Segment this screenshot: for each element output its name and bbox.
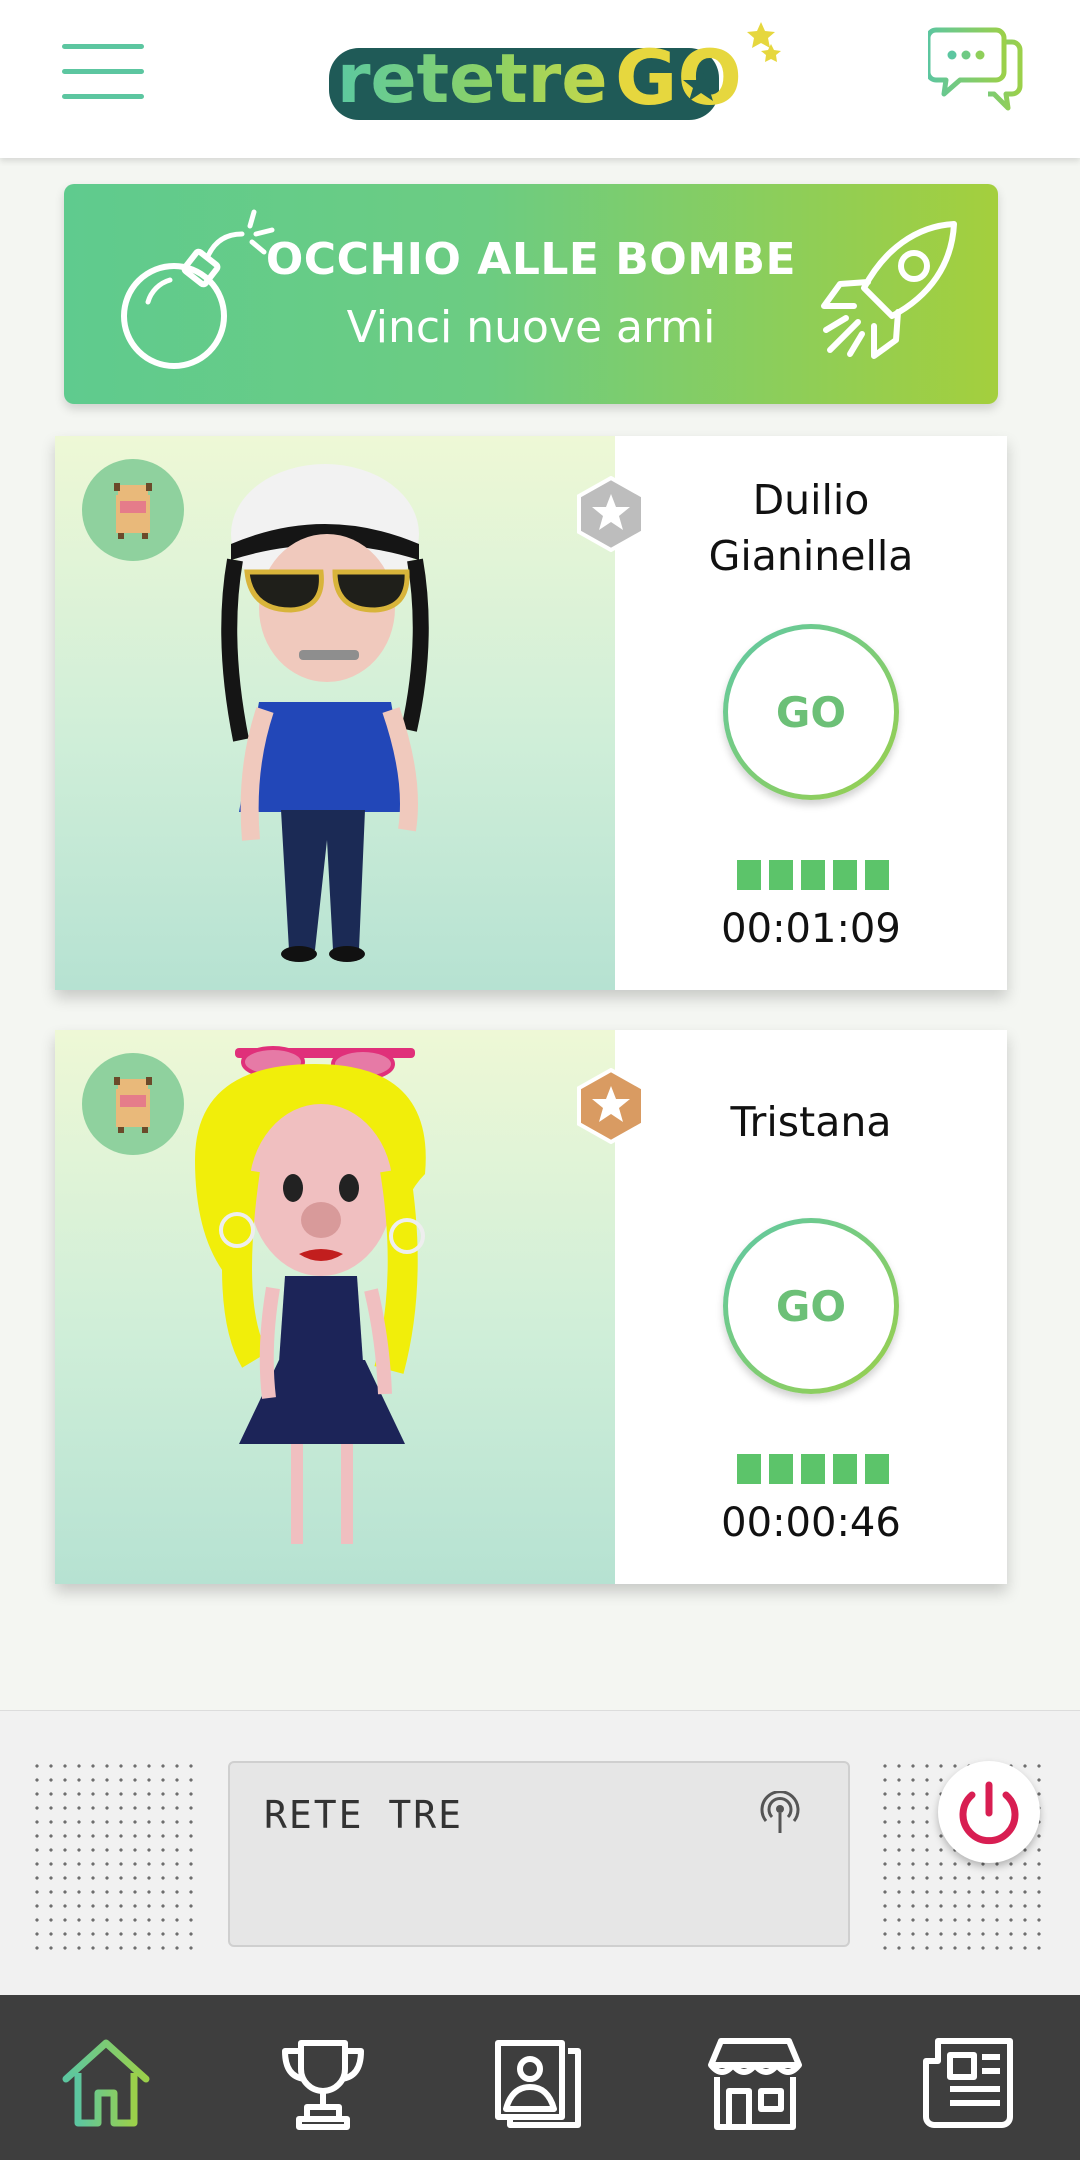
retetrego-logo: retetre GO (329, 22, 781, 122)
go-button[interactable]: GO (723, 624, 899, 800)
go-label: GO (728, 629, 894, 795)
home-icon[interactable] (56, 2033, 156, 2133)
pixel-pet-icon (114, 1077, 152, 1133)
station-name: RETE TRE (264, 1793, 464, 1837)
radio-player: RETE TRE (0, 1710, 1080, 1996)
rank-star-icon (577, 1068, 645, 1144)
bomb-icon (121, 209, 275, 369)
countdown-timer: 00:01:09 (721, 906, 901, 952)
player-name: Tristana (730, 1098, 892, 1146)
player-name: Duilio Gianinella (708, 476, 914, 580)
player-info: Tristana GO 00:00:46 (577, 1030, 1007, 1584)
police-avatar (221, 464, 429, 962)
power-icon (959, 1781, 1019, 1845)
player-card: Duilio Gianinella GO 00:01:09 (55, 436, 1007, 990)
avatar-area (55, 436, 615, 990)
shop-icon[interactable] (705, 2033, 805, 2133)
gallery-icon[interactable] (488, 2033, 588, 2133)
broadcast-icon (760, 1791, 800, 1833)
bomb-challenge-banner[interactable]: OCCHIO ALLE BOMBE Vinci nuove armi (64, 184, 998, 404)
radio-display[interactable]: RETE TRE (228, 1761, 850, 1947)
speaker-grille (30, 1759, 202, 1957)
energy-bar (737, 860, 897, 890)
hamburger-menu-icon[interactable] (62, 44, 144, 100)
player-info: Duilio Gianinella GO 00:01:09 (577, 436, 1007, 990)
pixel-pet-badge[interactable] (82, 459, 184, 561)
energy-bar (737, 1454, 897, 1484)
svg-text:retetre: retetre (337, 40, 607, 119)
rocket-icon (821, 221, 957, 359)
svg-text:GO: GO (615, 33, 742, 122)
power-button[interactable] (938, 1761, 1040, 1863)
avatar-area (55, 1030, 615, 1584)
pixel-pet-icon (114, 483, 152, 539)
pixel-pet-badge[interactable] (82, 1053, 184, 1155)
bottom-navigation (0, 1995, 1080, 2160)
news-icon[interactable] (922, 2033, 1022, 2133)
countdown-timer: 00:00:46 (721, 1500, 901, 1546)
trophy-icon[interactable] (273, 2033, 373, 2133)
player-card: Tristana GO 00:00:46 (55, 1030, 1007, 1584)
rank-star-icon (577, 476, 645, 552)
chat-icon[interactable] (928, 24, 1024, 116)
go-button[interactable]: GO (723, 1218, 899, 1394)
go-label: GO (728, 1223, 894, 1389)
blonde-avatar (195, 1046, 426, 1544)
top-app-bar: retetre GO (0, 0, 1080, 158)
